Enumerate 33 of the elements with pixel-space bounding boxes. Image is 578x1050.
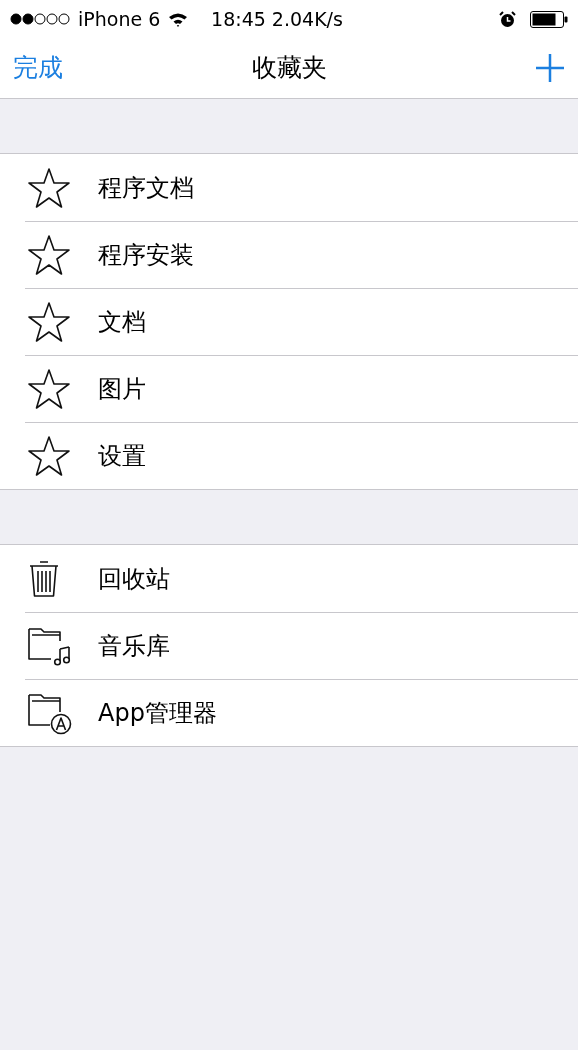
list-row[interactable]: 文档 [0,288,578,355]
list-row[interactable]: 程序安装 [0,221,578,288]
list-row[interactable]: App管理器 [0,679,578,746]
row-label: 音乐库 [98,631,170,662]
list-row[interactable]: 图片 [0,355,578,422]
star-icon [27,367,71,411]
alarm-icon [499,10,516,28]
list-row[interactable]: 回收站 [0,545,578,612]
battery-icon [530,10,568,28]
wifi-icon [168,11,189,27]
carrier-label: iPhone 6 [78,6,161,32]
star-icon [27,165,71,210]
row-label: 文档 [98,307,146,338]
row-label: App管理器 [98,698,217,729]
trash-icon [27,558,61,599]
plus-icon [535,53,565,83]
page-title: 收藏夹 [251,52,327,85]
row-label: 程序文档 [98,172,194,204]
star-icon [27,300,71,344]
row-label: 程序安装 [98,240,194,271]
app-folder-icon [27,691,73,735]
row-label: 图片 [98,374,146,405]
row-label: 设置 [98,441,146,472]
star-icon [27,434,71,478]
row-label: 回收站 [98,563,170,595]
done-button[interactable]: 完成 [13,49,93,87]
music-folder-icon [27,625,73,667]
list-row[interactable]: 音乐库 [0,612,578,679]
star-icon [27,233,71,277]
list-row[interactable]: 程序文档 [0,154,578,221]
list-row[interactable]: 设置 [0,422,578,489]
status-time: 18:45 2.04K/s [210,6,344,32]
signal-icon [10,13,70,25]
